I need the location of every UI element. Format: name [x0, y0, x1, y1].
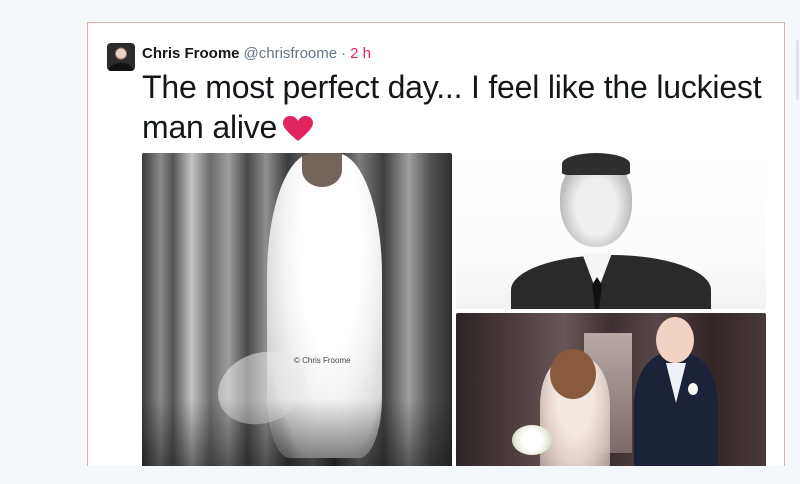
tweet-text: The most perfect day... I feel like the …: [142, 67, 762, 151]
bouquet-shape: [512, 425, 552, 455]
top-strip: [87, 0, 800, 22]
avatar[interactable]: [107, 43, 135, 71]
media-grid: © Chris Froome: [142, 153, 766, 469]
tweet-text-content: The most perfect day... I feel like the …: [142, 69, 762, 145]
scrollbar[interactable]: [796, 40, 799, 100]
separator-dot: ·: [341, 45, 347, 62]
photo-watermark: © Chris Froome: [294, 356, 351, 365]
display-name[interactable]: Chris Froome: [142, 45, 240, 62]
bride-hair-shape: [550, 349, 596, 399]
photo-groom-portrait[interactable]: [456, 153, 766, 309]
hairline-shape: [562, 153, 630, 175]
boutonniere-shape: [688, 383, 698, 395]
tweet-card[interactable]: Chris Froome @chrisfroome · 2 h The most pe…: [87, 22, 785, 469]
avatar-shoulders: [109, 63, 133, 71]
user-handle[interactable]: @chrisfroome: [244, 45, 338, 62]
tweet-header: Chris Froome @chrisfroome · 2 h: [142, 45, 371, 63]
heart-icon: [283, 111, 314, 151]
jacket-shape: [511, 255, 711, 309]
bottom-strip: [0, 466, 800, 484]
left-gutter: [0, 0, 87, 484]
photo-bride-dress[interactable]: © Chris Froome: [142, 153, 452, 469]
tweet-timestamp[interactable]: 2 h: [350, 45, 371, 62]
photo-couple[interactable]: [456, 313, 766, 469]
floor-shade: [142, 399, 452, 469]
groom-head-shape: [656, 317, 694, 363]
hair-shape: [302, 153, 342, 187]
